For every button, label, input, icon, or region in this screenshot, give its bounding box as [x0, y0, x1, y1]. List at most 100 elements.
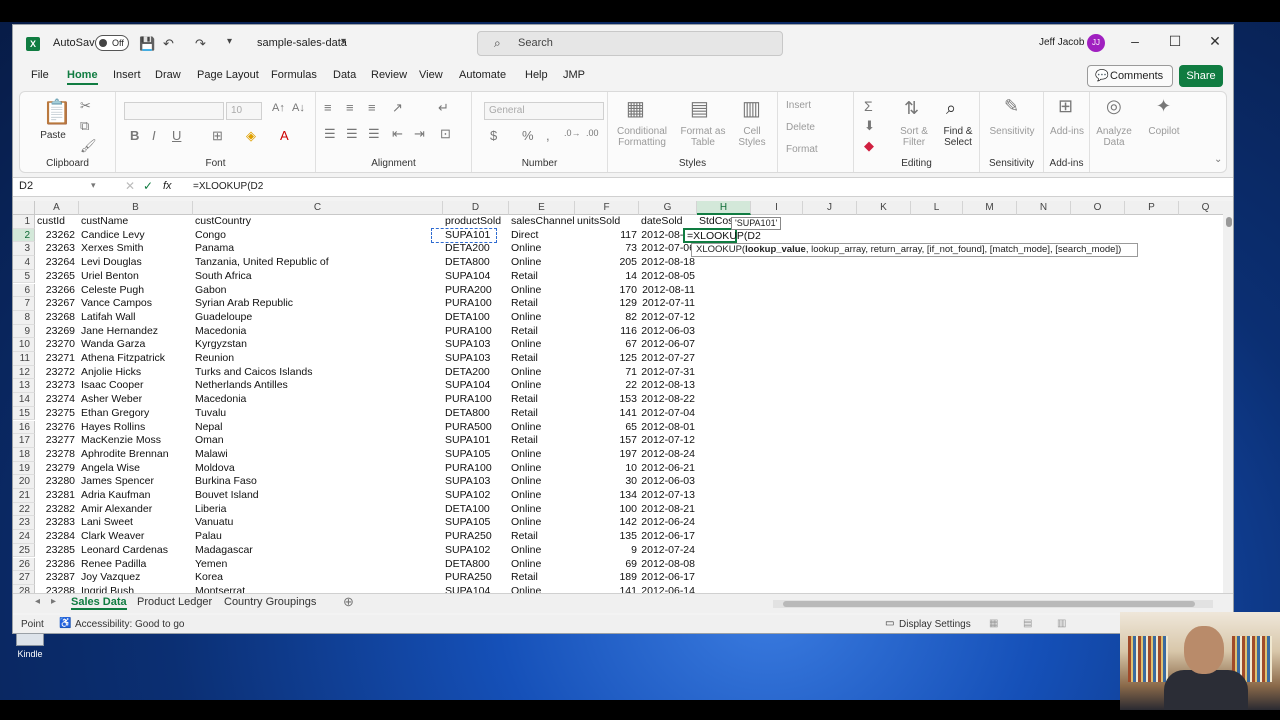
table-cell[interactable]: 134 — [575, 489, 639, 503]
table-cell[interactable]: 73 — [575, 242, 639, 256]
function-name[interactable]: XLOOKUP( — [696, 244, 745, 255]
search-input[interactable]: ⌕ Search — [477, 31, 783, 56]
row-header[interactable]: 13 — [13, 379, 35, 394]
table-cell[interactable]: 2012-08-18 — [639, 256, 697, 270]
find-select-icon[interactable]: ⌕ — [946, 98, 956, 119]
table-cell[interactable]: SUPA103 — [443, 352, 509, 366]
table-cell[interactable]: Liberia — [193, 503, 443, 517]
column-header-b[interactable]: B — [79, 201, 193, 215]
column-header-d[interactable]: D — [443, 201, 509, 215]
customize-qat-icon[interactable]: ▾ — [227, 36, 232, 47]
font-name-input[interactable] — [124, 102, 224, 120]
table-cell[interactable]: 23268 — [35, 311, 79, 325]
table-cell[interactable]: 2012-06-14 — [639, 585, 697, 593]
table-cell[interactable]: 22 — [575, 379, 639, 393]
chevron-down-icon[interactable]: ▾ — [341, 36, 346, 47]
horizontal-scrollbar[interactable] — [773, 600, 1213, 608]
increase-font-icon[interactable]: A↑ — [272, 102, 285, 114]
table-cell[interactable]: Lani Sweet — [79, 516, 193, 530]
table-cell[interactable]: DETA800 — [443, 558, 509, 572]
table-cell[interactable]: DETA200 — [443, 242, 509, 256]
column-header-k[interactable]: K — [857, 201, 911, 215]
close-icon[interactable]: ✕ — [1203, 33, 1227, 50]
row-header[interactable]: 23 — [13, 516, 35, 531]
column-title-cell[interactable]: dateSold — [639, 215, 697, 229]
table-cell[interactable]: 2012-06-17 — [639, 530, 697, 544]
row-header[interactable]: 5 — [13, 269, 35, 284]
name-box-dropdown-icon[interactable]: ▾ — [91, 180, 96, 191]
row-header[interactable]: 7 — [13, 297, 35, 311]
table-cell[interactable]: SUPA104 — [443, 270, 509, 284]
column-header-p[interactable]: P — [1125, 201, 1179, 215]
tab-draw[interactable]: Draw — [155, 69, 181, 81]
sheet-tab-sales-data[interactable]: Sales Data — [71, 596, 127, 610]
delete-cells-button[interactable]: Delete — [786, 122, 846, 133]
table-cell[interactable]: 65 — [575, 421, 639, 435]
table-cell[interactable]: Korea — [193, 571, 443, 585]
table-cell[interactable]: 23285 — [35, 544, 79, 558]
table-cell[interactable]: Montserrat — [193, 585, 443, 593]
font-size-input[interactable]: 10 — [226, 102, 262, 120]
table-cell[interactable]: 23264 — [35, 256, 79, 270]
table-cell[interactable]: DETA800 — [443, 256, 509, 270]
column-title-cell[interactable]: salesChannel — [509, 215, 575, 229]
conditional-formatting-icon[interactable]: ▦ — [626, 96, 645, 121]
sheet-tab-country-groupings[interactable]: Country Groupings — [224, 596, 316, 608]
table-cell[interactable]: PURA100 — [443, 325, 509, 339]
row-header[interactable]: 12 — [13, 365, 35, 380]
table-cell[interactable]: SUPA102 — [443, 544, 509, 558]
table-cell[interactable]: 2012-07-24 — [639, 544, 697, 558]
copy-icon[interactable]: ⧉ — [80, 118, 89, 134]
decrease-decimal-icon[interactable]: .00 — [586, 128, 599, 138]
table-cell[interactable]: 23279 — [35, 462, 79, 476]
row-header[interactable]: 20 — [13, 475, 35, 489]
table-cell[interactable]: 170 — [575, 284, 639, 298]
table-cell[interactable]: 2012-08-01 — [639, 421, 697, 435]
tab-home[interactable]: Home — [67, 69, 98, 85]
table-cell[interactable]: PURA250 — [443, 530, 509, 544]
table-cell[interactable]: 23263 — [35, 242, 79, 256]
table-cell[interactable]: Macedonia — [193, 325, 443, 339]
table-cell[interactable]: Hayes Rollins — [79, 421, 193, 435]
avatar[interactable]: JJ — [1087, 34, 1105, 52]
table-cell[interactable]: Clark Weaver — [79, 530, 193, 544]
table-cell[interactable]: 23286 — [35, 558, 79, 572]
table-cell[interactable]: Asher Weber — [79, 393, 193, 407]
align-right-icon[interactable]: ☰ — [368, 126, 380, 142]
table-cell[interactable]: Amir Alexander — [79, 503, 193, 517]
format-as-table-icon[interactable]: ▤ — [690, 96, 709, 121]
normal-view-icon[interactable]: ▦ — [989, 618, 998, 629]
table-cell[interactable]: 23274 — [35, 393, 79, 407]
table-cell[interactable]: Xerxes Smith — [79, 242, 193, 256]
table-cell[interactable]: 23266 — [35, 284, 79, 298]
table-cell[interactable]: 23283 — [35, 516, 79, 530]
accessibility-status[interactable]: Accessibility: Good to go — [75, 619, 185, 630]
table-cell[interactable]: MacKenzie Moss — [79, 434, 193, 448]
horizontal-scroll-thumb[interactable] — [783, 601, 1195, 607]
table-cell[interactable]: Aphrodite Brennan — [79, 448, 193, 462]
fill-icon[interactable]: ⬇ — [864, 118, 875, 134]
table-cell[interactable]: 23277 — [35, 434, 79, 448]
table-cell[interactable]: Panama — [193, 242, 443, 256]
table-cell[interactable]: Angela Wise — [79, 462, 193, 476]
decrease-indent-icon[interactable]: ⇤ — [392, 126, 403, 142]
table-cell[interactable]: SUPA104 — [443, 585, 509, 593]
row-header[interactable]: 1 — [13, 215, 35, 229]
column-header-f[interactable]: F — [575, 201, 639, 215]
table-cell[interactable]: 2012-06-07 — [639, 338, 697, 352]
table-cell[interactable]: 157 — [575, 434, 639, 448]
table-cell[interactable]: Isaac Cooper — [79, 379, 193, 393]
align-bottom-icon[interactable]: ≡ — [368, 100, 376, 115]
table-cell[interactable]: 10 — [575, 462, 639, 476]
format-cells-button[interactable]: Format — [786, 144, 846, 155]
tab-formulas[interactable]: Formulas — [271, 69, 317, 81]
table-cell[interactable]: 23270 — [35, 338, 79, 352]
table-cell[interactable]: 23269 — [35, 325, 79, 339]
table-cell[interactable]: 23271 — [35, 352, 79, 366]
table-cell[interactable]: 2012-07-31 — [639, 366, 697, 380]
table-cell[interactable]: Reunion — [193, 352, 443, 366]
table-cell[interactable]: Online — [509, 338, 575, 352]
table-cell[interactable]: 23272 — [35, 366, 79, 380]
percent-icon[interactable]: % — [522, 128, 534, 143]
maximize-icon[interactable]: ☐ — [1163, 33, 1187, 50]
